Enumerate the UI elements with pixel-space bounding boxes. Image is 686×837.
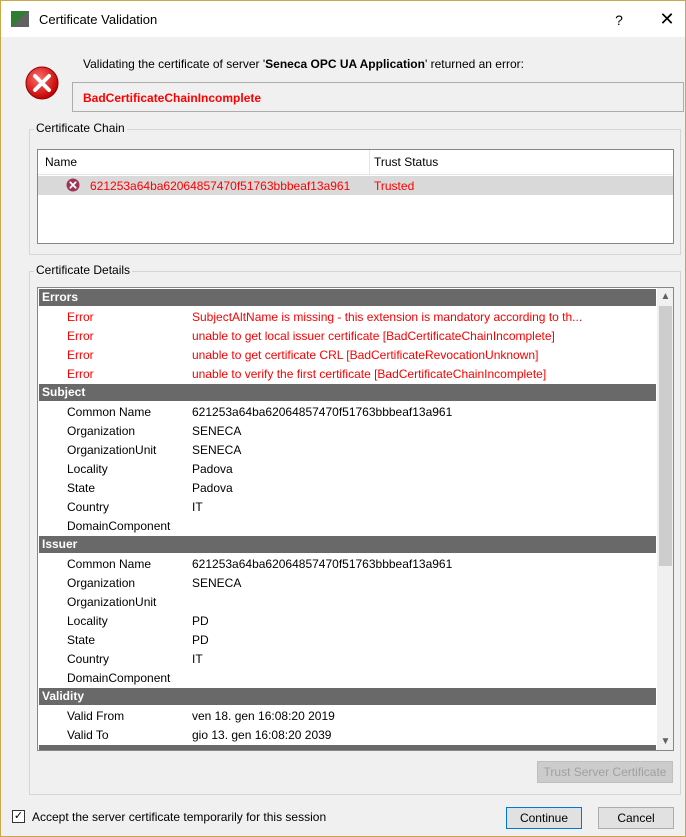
detail-value: Padova xyxy=(192,481,233,495)
vertical-scrollbar[interactable]: ▲ ▼ xyxy=(657,288,673,750)
scroll-thumb[interactable] xyxy=(659,306,672,566)
detail-row[interactable]: Error unable to get certificate CRL [BadC… xyxy=(39,345,656,364)
validation-message: Validating the certificate of server 'Se… xyxy=(83,57,524,71)
detail-value: IT xyxy=(192,652,203,666)
detail-key: Common Name xyxy=(67,405,152,419)
detail-value: PD xyxy=(192,614,209,628)
detail-key: Valid From xyxy=(67,709,125,723)
message-suffix: ' returned an error: xyxy=(424,57,524,71)
continue-button[interactable]: Continue xyxy=(506,807,582,829)
detail-row[interactable]: Valid From ven 18. gen 16:08:20 2019 xyxy=(39,706,656,725)
detail-row[interactable]: Locality Padova xyxy=(39,459,656,478)
detail-row[interactable]: Common Name 621253a64ba62064857470f51763b… xyxy=(39,402,656,421)
chain-header: Name Trust Status xyxy=(38,150,673,175)
message-prefix: Validating the certificate of server ' xyxy=(83,57,266,71)
detail-row[interactable]: State PD xyxy=(39,630,656,649)
detail-value: Padova xyxy=(192,462,233,476)
untrusted-cert-icon xyxy=(66,178,80,192)
detail-value: SubjectAltName is missing - this extensi… xyxy=(192,310,583,324)
detail-value: 621253a64ba62064857470f51763bbbeaf13a961 xyxy=(192,557,453,571)
detail-key: Country xyxy=(67,500,110,514)
detail-key: DomainComponent xyxy=(67,671,171,685)
detail-value: PD xyxy=(192,633,209,647)
column-separator[interactable] xyxy=(369,150,370,174)
section-subject: Subject xyxy=(39,384,656,401)
detail-value: SENECA xyxy=(192,576,242,590)
detail-key: State xyxy=(67,633,96,647)
detail-row[interactable]: State Padova xyxy=(39,478,656,497)
cancel-button[interactable]: Cancel xyxy=(598,807,674,829)
server-name: Seneca OPC UA Application xyxy=(265,57,425,71)
detail-key: Error xyxy=(67,367,94,381)
detail-row[interactable]: Error unable to verify the first certific… xyxy=(39,364,656,383)
detail-value: SENECA xyxy=(192,424,242,438)
detail-row[interactable]: Country IT xyxy=(39,649,656,668)
help-button[interactable]: ? xyxy=(604,9,634,31)
section-errors: Errors xyxy=(39,289,656,306)
detail-row[interactable]: OrganizationUnit SENECA xyxy=(39,440,656,459)
detail-key: OrganizationUnit xyxy=(67,595,157,609)
detail-key: State xyxy=(67,481,96,495)
detail-key: Organization xyxy=(67,576,136,590)
detail-value: 621253a64ba62064857470f51763bbbeaf13a961 xyxy=(192,405,453,419)
certificate-validation-dialog: Certificate Validation ? ✕ Validating th… xyxy=(0,0,686,837)
section-partial xyxy=(39,745,656,750)
detail-key: Country xyxy=(67,652,110,666)
certificate-chain-label: Certificate Chain xyxy=(34,121,127,135)
scroll-up-icon[interactable]: ▲ xyxy=(657,288,673,305)
detail-row[interactable]: DomainComponent xyxy=(39,516,656,535)
accept-temporarily-label[interactable]: Accept the server certificate temporaril… xyxy=(32,810,326,824)
chain-row-name: 621253a64ba62064857470f51763bbbeaf13a961 xyxy=(90,179,351,193)
error-icon xyxy=(25,66,59,100)
close-button[interactable]: ✕ xyxy=(652,7,682,31)
trust-server-certificate-button[interactable]: Trust Server Certificate xyxy=(537,761,673,783)
detail-row[interactable]: Common Name 621253a64ba62064857470f51763b… xyxy=(39,554,656,573)
detail-row[interactable]: Locality PD xyxy=(39,611,656,630)
detail-row[interactable]: Country IT xyxy=(39,497,656,516)
title-bar: Certificate Validation ? ✕ xyxy=(1,1,685,37)
detail-value: ven 18. gen 16:08:20 2019 xyxy=(192,709,335,723)
section-validity: Validity xyxy=(39,688,656,705)
detail-key: OrganizationUnit xyxy=(67,443,157,457)
detail-key: Common Name xyxy=(67,557,152,571)
error-code-box: BadCertificateChainIncomplete xyxy=(72,82,684,112)
detail-key: Error xyxy=(67,348,94,362)
certificate-chain-list[interactable]: Name Trust Status 621253a64ba62064857470… xyxy=(37,149,674,244)
detail-value: unable to get certificate CRL [BadCertif… xyxy=(192,348,539,362)
chain-row-status: Trusted xyxy=(374,179,415,193)
error-code: BadCertificateChainIncomplete xyxy=(83,91,262,105)
detail-value: SENECA xyxy=(192,443,242,457)
detail-key: Locality xyxy=(67,614,108,628)
app-icon xyxy=(11,11,29,27)
detail-key: Error xyxy=(67,310,94,324)
detail-key: Organization xyxy=(67,424,136,438)
window-title: Certificate Validation xyxy=(39,12,158,27)
detail-value: gio 13. gen 16:08:20 2039 xyxy=(192,728,332,742)
detail-row[interactable]: Valid To gio 13. gen 16:08:20 2039 xyxy=(39,725,656,744)
detail-key: DomainComponent xyxy=(67,519,171,533)
detail-value: unable to get local issuer certificate [… xyxy=(192,329,555,343)
detail-row[interactable]: Organization SENECA xyxy=(39,421,656,440)
accept-temporarily-checkbox[interactable]: ✓ xyxy=(12,810,25,823)
certificate-details-label: Certificate Details xyxy=(34,263,133,277)
detail-row[interactable]: DomainComponent xyxy=(39,668,656,687)
detail-row[interactable]: Organization SENECA xyxy=(39,573,656,592)
detail-row[interactable]: Error SubjectAltName is missing - this ex… xyxy=(39,307,656,326)
section-issuer: Issuer xyxy=(39,536,656,553)
detail-value: IT xyxy=(192,500,203,514)
scroll-down-icon[interactable]: ▼ xyxy=(657,733,673,750)
detail-row[interactable]: OrganizationUnit xyxy=(39,592,656,611)
detail-key: Locality xyxy=(67,462,108,476)
chain-row[interactable]: 621253a64ba62064857470f51763bbbeaf13a961… xyxy=(38,176,673,195)
certificate-details-list[interactable]: Errors Error SubjectAltName is missing - … xyxy=(37,287,674,751)
detail-key: Error xyxy=(67,329,94,343)
detail-row[interactable]: Error unable to get local issuer certific… xyxy=(39,326,656,345)
column-header-name[interactable]: Name xyxy=(45,155,77,169)
column-header-trust-status[interactable]: Trust Status xyxy=(374,155,438,169)
detail-value: unable to verify the first certificate [… xyxy=(192,367,547,381)
detail-key: Valid To xyxy=(67,728,109,742)
